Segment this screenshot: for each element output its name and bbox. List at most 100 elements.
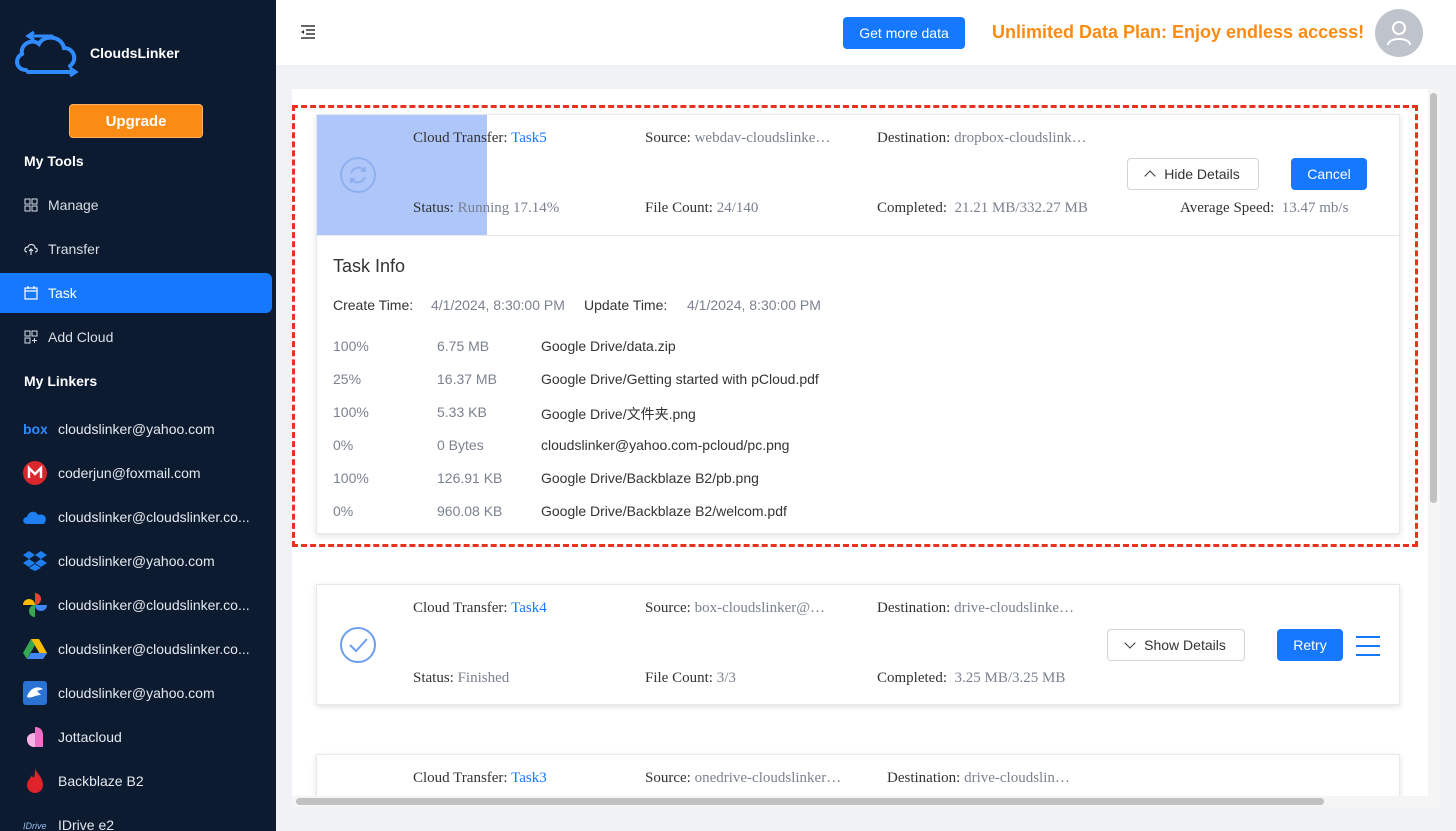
file-size: 0 Bytes	[437, 437, 484, 453]
linker-item-backblaze[interactable]: Backblaze B2	[0, 759, 276, 803]
file-row: 100% 5.33 KB Google Drive/文件夹.png	[333, 404, 1233, 424]
linker-label: cloudslinker@cloudslinker.co...	[58, 597, 250, 613]
linker-item-jottacloud[interactable]: Jottacloud	[0, 715, 276, 759]
linker-item-dropbox[interactable]: cloudslinker@yahoo.com	[0, 539, 276, 583]
task-name-link[interactable]: Task5	[511, 130, 547, 146]
horizontal-scrollbar[interactable]	[292, 796, 1428, 807]
task-name-link[interactable]: Task4	[511, 600, 547, 616]
destination-value: drive-cloudslin…	[964, 770, 1070, 786]
task-name-link[interactable]: Task3	[511, 770, 547, 786]
status-field: Status: Finished	[413, 670, 509, 687]
cloud-transfer-label: Cloud Transfer:	[413, 600, 508, 616]
main-content: Cloud Transfer: Task5 Source: webdav-clo…	[276, 65, 1456, 831]
destination-value: dropbox-cloudslink…	[954, 130, 1087, 146]
linker-item-box[interactable]: box cloudslinker@yahoo.com	[0, 407, 276, 451]
google-drive-icon	[22, 636, 48, 662]
sidebar-item-transfer[interactable]: Transfer	[0, 229, 272, 269]
sync-icon	[340, 157, 376, 193]
vertical-scrollbar-thumb[interactable]	[1430, 93, 1437, 503]
linker-label: cloudslinker@cloudslinker.co...	[58, 641, 250, 657]
cancel-button[interactable]: Cancel	[1291, 158, 1367, 190]
onedrive-icon	[22, 504, 48, 530]
status-label: Status:	[413, 670, 454, 686]
task-list-panel: Cloud Transfer: Task5 Source: webdav-clo…	[292, 89, 1428, 807]
task-name-field: Cloud Transfer: Task4	[413, 600, 547, 617]
svg-text:box: box	[23, 422, 47, 436]
upgrade-button[interactable]: Upgrade	[69, 104, 203, 138]
menu-fold-icon[interactable]	[300, 24, 316, 40]
sidebar-item-label: Add Cloud	[48, 329, 114, 345]
destination-value: drive-cloudslinke…	[954, 600, 1075, 616]
status-label: Status:	[413, 200, 454, 216]
hide-details-button[interactable]: Hide Details	[1127, 158, 1259, 190]
file-path: Google Drive/Getting started with pCloud…	[541, 371, 819, 387]
source-field: Source: webdav-cloudslinke…	[645, 130, 830, 147]
app-name: CloudsLinker	[90, 45, 180, 61]
linker-item-mega[interactable]: coderjun@foxmail.com	[0, 451, 276, 495]
card-divider	[317, 235, 1399, 236]
linker-item-idrive[interactable]: IDrive IDrive e2	[0, 803, 276, 831]
file-path: Google Drive/文件夹.png	[541, 406, 696, 422]
my-linkers-title: My Linkers	[24, 373, 98, 389]
sidebar-item-manage[interactable]: Manage	[0, 185, 272, 225]
idrive-icon: IDrive	[22, 812, 48, 831]
top-header: Get more data Unlimited Data Plan: Enjoy…	[276, 0, 1456, 65]
source-value: onedrive-cloudslinker…	[694, 770, 842, 786]
source-field: Source: onedrive-cloudslinker…	[645, 770, 841, 787]
file-size: 126.91 KB	[437, 470, 503, 486]
completed-label: Completed:	[877, 670, 947, 686]
avatar[interactable]	[1375, 9, 1423, 57]
horizontal-scrollbar-thumb[interactable]	[296, 798, 1324, 805]
linker-label: cloudslinker@yahoo.com	[58, 685, 215, 701]
speed-label: Average Speed:	[1180, 200, 1275, 216]
cloud-transfer-label: Cloud Transfer:	[413, 770, 508, 786]
sidebar-item-add-cloud[interactable]: Add Cloud	[0, 317, 272, 357]
sidebar-item-task[interactable]: Task	[0, 273, 272, 313]
cloud-upload-icon	[24, 243, 38, 255]
create-time-label: Create Time:	[333, 297, 414, 313]
file-count-value: 3/3	[716, 670, 736, 686]
sidebar-item-label: Manage	[48, 197, 99, 213]
file-progress: 100%	[333, 338, 369, 354]
promo-text: Unlimited Data Plan: Enjoy endless acces…	[992, 22, 1365, 42]
sidebar-item-label: Transfer	[48, 241, 100, 257]
destination-label: Destination:	[877, 600, 951, 616]
file-path: Google Drive/Backblaze B2/pb.png	[541, 470, 759, 486]
vertical-scrollbar[interactable]	[1428, 89, 1440, 807]
show-details-button[interactable]: Show Details	[1107, 629, 1245, 661]
completed-value: 21.21 MB/332.27 MB	[954, 200, 1088, 216]
completed-field: Completed: 3.25 MB/3.25 MB	[877, 670, 1065, 687]
linker-label: Backblaze B2	[58, 773, 144, 789]
file-count-value: 24/140	[716, 200, 759, 216]
completed-label: Completed:	[877, 200, 947, 216]
create-time-value: 4/1/2024, 8:30:00 PM	[431, 297, 565, 313]
add-grid-icon	[24, 330, 38, 344]
file-row: 0% 960.08 KB Google Drive/Backblaze B2/w…	[333, 503, 1233, 523]
user-icon	[1387, 21, 1411, 46]
file-row: 0% 0 Bytes cloudslinker@yahoo.com-pcloud…	[333, 437, 1233, 457]
get-more-data-button[interactable]: Get more data	[843, 17, 965, 49]
more-menu-icon[interactable]	[1356, 636, 1380, 656]
file-path: Google Drive/data.zip	[541, 338, 676, 354]
file-count-label: File Count:	[645, 670, 713, 686]
update-time-label: Update Time:	[584, 297, 668, 313]
linker-item-pcloud[interactable]: cloudslinker@yahoo.com	[0, 671, 276, 715]
retry-button[interactable]: Retry	[1277, 629, 1343, 661]
linker-item-google-drive[interactable]: cloudslinker@cloudslinker.co...	[0, 627, 276, 671]
destination-label: Destination:	[877, 130, 951, 146]
destination-field: Destination: dropbox-cloudslink…	[877, 130, 1087, 147]
grid-icon	[24, 198, 38, 212]
task-name-field: Cloud Transfer: Task5	[413, 130, 547, 147]
completed-field: Completed: 21.21 MB/332.27 MB	[877, 200, 1088, 217]
file-count-field: File Count: 3/3	[645, 670, 736, 687]
destination-field: Destination: drive-cloudslin…	[887, 770, 1070, 787]
dropbox-icon	[22, 548, 48, 574]
destination-field: Destination: drive-cloudslinke…	[877, 600, 1074, 617]
linker-item-google-photos[interactable]: cloudslinker@cloudslinker.co...	[0, 583, 276, 627]
linker-item-onedrive[interactable]: cloudslinker@cloudslinker.co...	[0, 495, 276, 539]
backblaze-icon	[22, 768, 48, 794]
app-logo[interactable]: CloudsLinker	[12, 26, 179, 80]
completed-value: 3.25 MB/3.25 MB	[954, 670, 1066, 686]
sidebar: CloudsLinker Upgrade My Tools Manage Tra…	[0, 0, 276, 831]
show-details-label: Show Details	[1144, 637, 1226, 653]
